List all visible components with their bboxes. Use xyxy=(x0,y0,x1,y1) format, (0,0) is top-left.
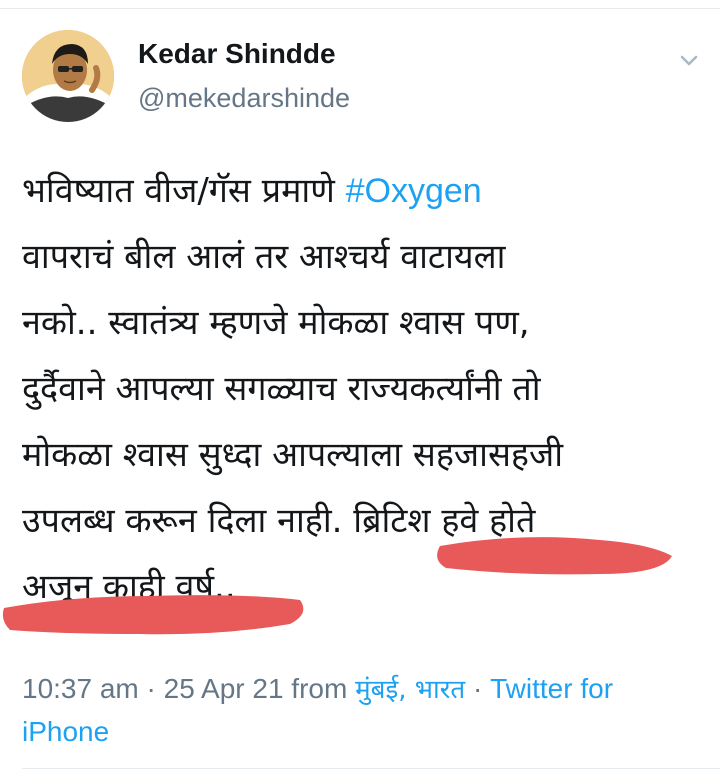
chevron-down-icon[interactable] xyxy=(674,46,704,76)
tweet-time[interactable]: 10:37 am xyxy=(22,673,139,704)
translate-tweet-label: Translate Tweet xyxy=(22,620,206,636)
tweet-line: भविष्यात वीज/गॅस प्रमाणे #Oxygen xyxy=(22,158,702,224)
separator: · xyxy=(465,673,491,704)
avatar[interactable] xyxy=(22,30,114,122)
tweet-line: मोकळा श्वास सुध्दा आपल्याला सहजासहजी xyxy=(22,435,564,475)
bottom-divider xyxy=(22,768,720,769)
tweet-metadata: 10:37 am · 25 Apr 21 from मुंबई, भारत · … xyxy=(22,668,702,753)
tweet-line: उपलब्ध करून दिला नाही. ब्रिटिश हवे होते xyxy=(22,501,536,541)
source-line-1: Twitter for xyxy=(490,673,614,704)
tweet-line: वापराचं बील आलं तर आश्चर्य वाटायला xyxy=(22,237,506,277)
tweet-line: नको.. स्वातंत्र्य म्हणजे मोकळा श्वास पण, xyxy=(22,303,530,343)
author-name[interactable]: Kedar Shindde xyxy=(138,38,336,70)
translate-tweet-link[interactable]: Translate Tweet xyxy=(22,620,206,642)
tweet-line: दुर्दैवाने आपल्या सगळ्याच राज्यकर्त्यांन… xyxy=(22,369,541,409)
tweet-date[interactable]: 25 Apr 21 xyxy=(164,673,284,704)
separator: · xyxy=(138,673,164,704)
tweet-line-text: भविष्यात वीज/गॅस प्रमाणे xyxy=(22,171,346,211)
avatar-photo xyxy=(22,30,114,122)
source-line-2: iPhone xyxy=(22,716,110,747)
location-link[interactable]: मुंबई, भारत xyxy=(355,675,465,705)
hashtag-link[interactable]: #Oxygen xyxy=(346,172,482,210)
author-handle[interactable]: @mekedarshinde xyxy=(138,83,350,114)
from-label: from xyxy=(283,673,356,704)
tweet-detail: Kedar Shindde @mekedarshinde भविष्यात वी… xyxy=(0,8,720,770)
tweet-text: भविष्यात वीज/गॅस प्रमाणे #Oxygen वापराचं… xyxy=(22,158,702,620)
tweet-line: अजून काही वर्ष.. xyxy=(22,567,236,607)
